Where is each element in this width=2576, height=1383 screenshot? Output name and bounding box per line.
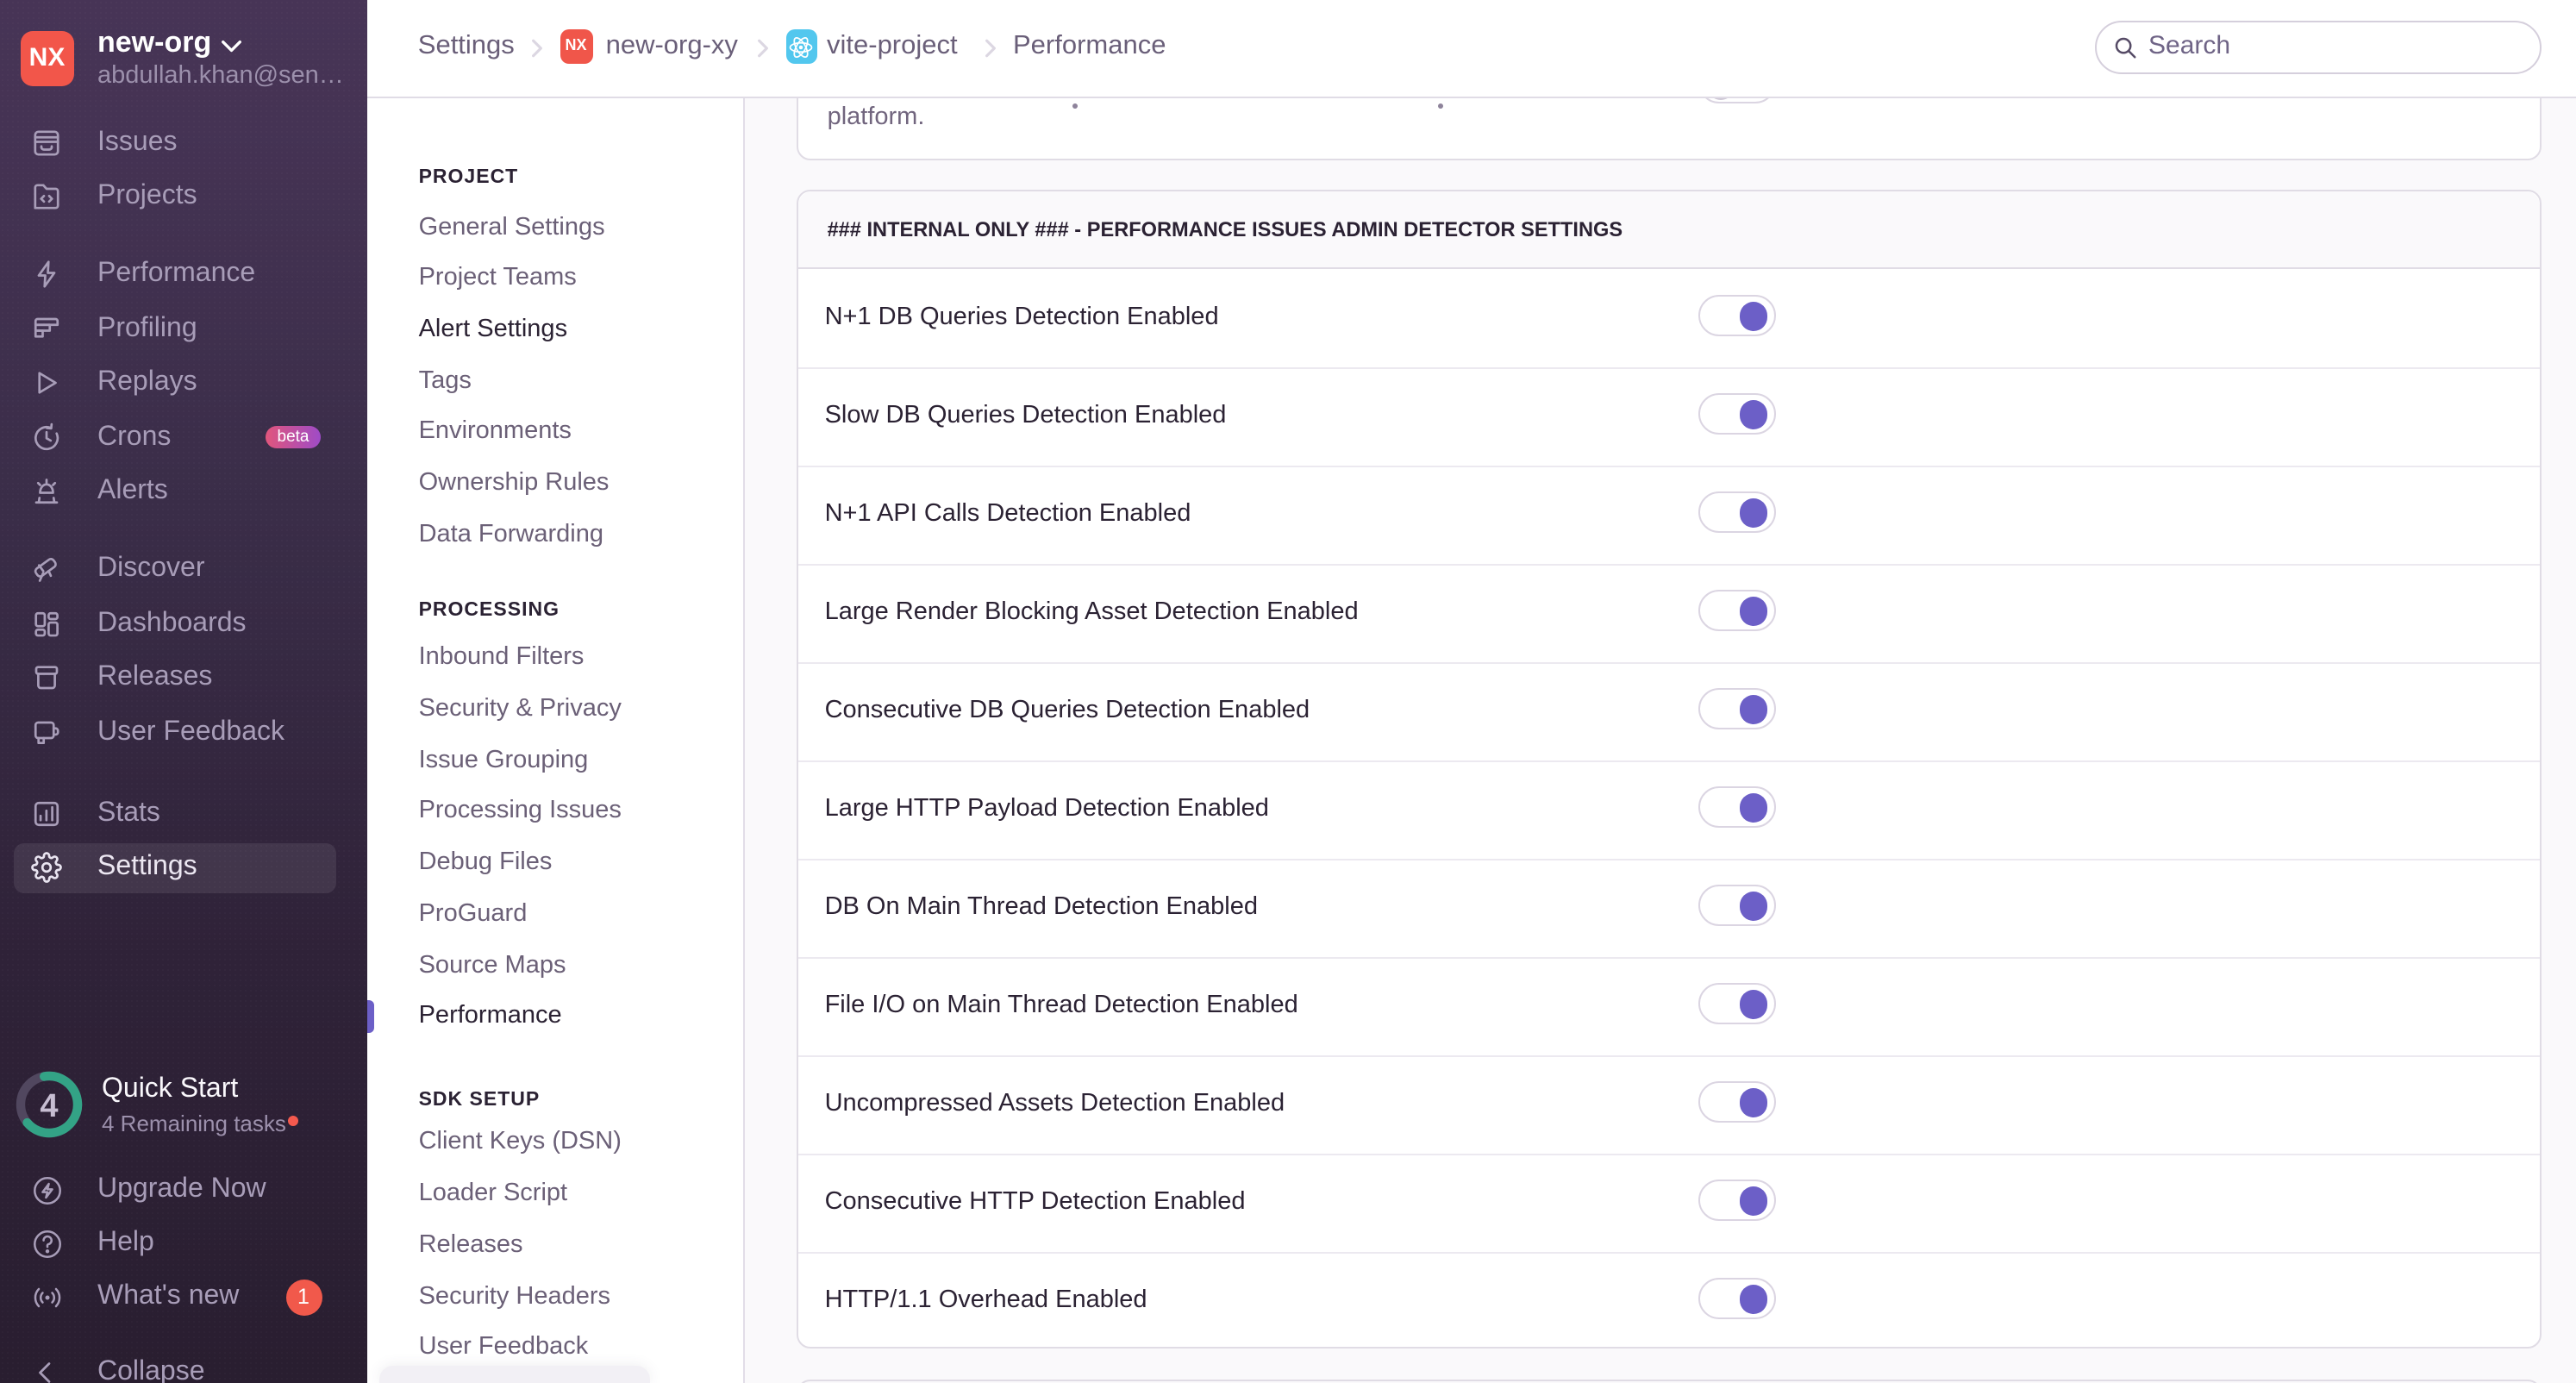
svg-text:4: 4 <box>39 1088 57 1124</box>
